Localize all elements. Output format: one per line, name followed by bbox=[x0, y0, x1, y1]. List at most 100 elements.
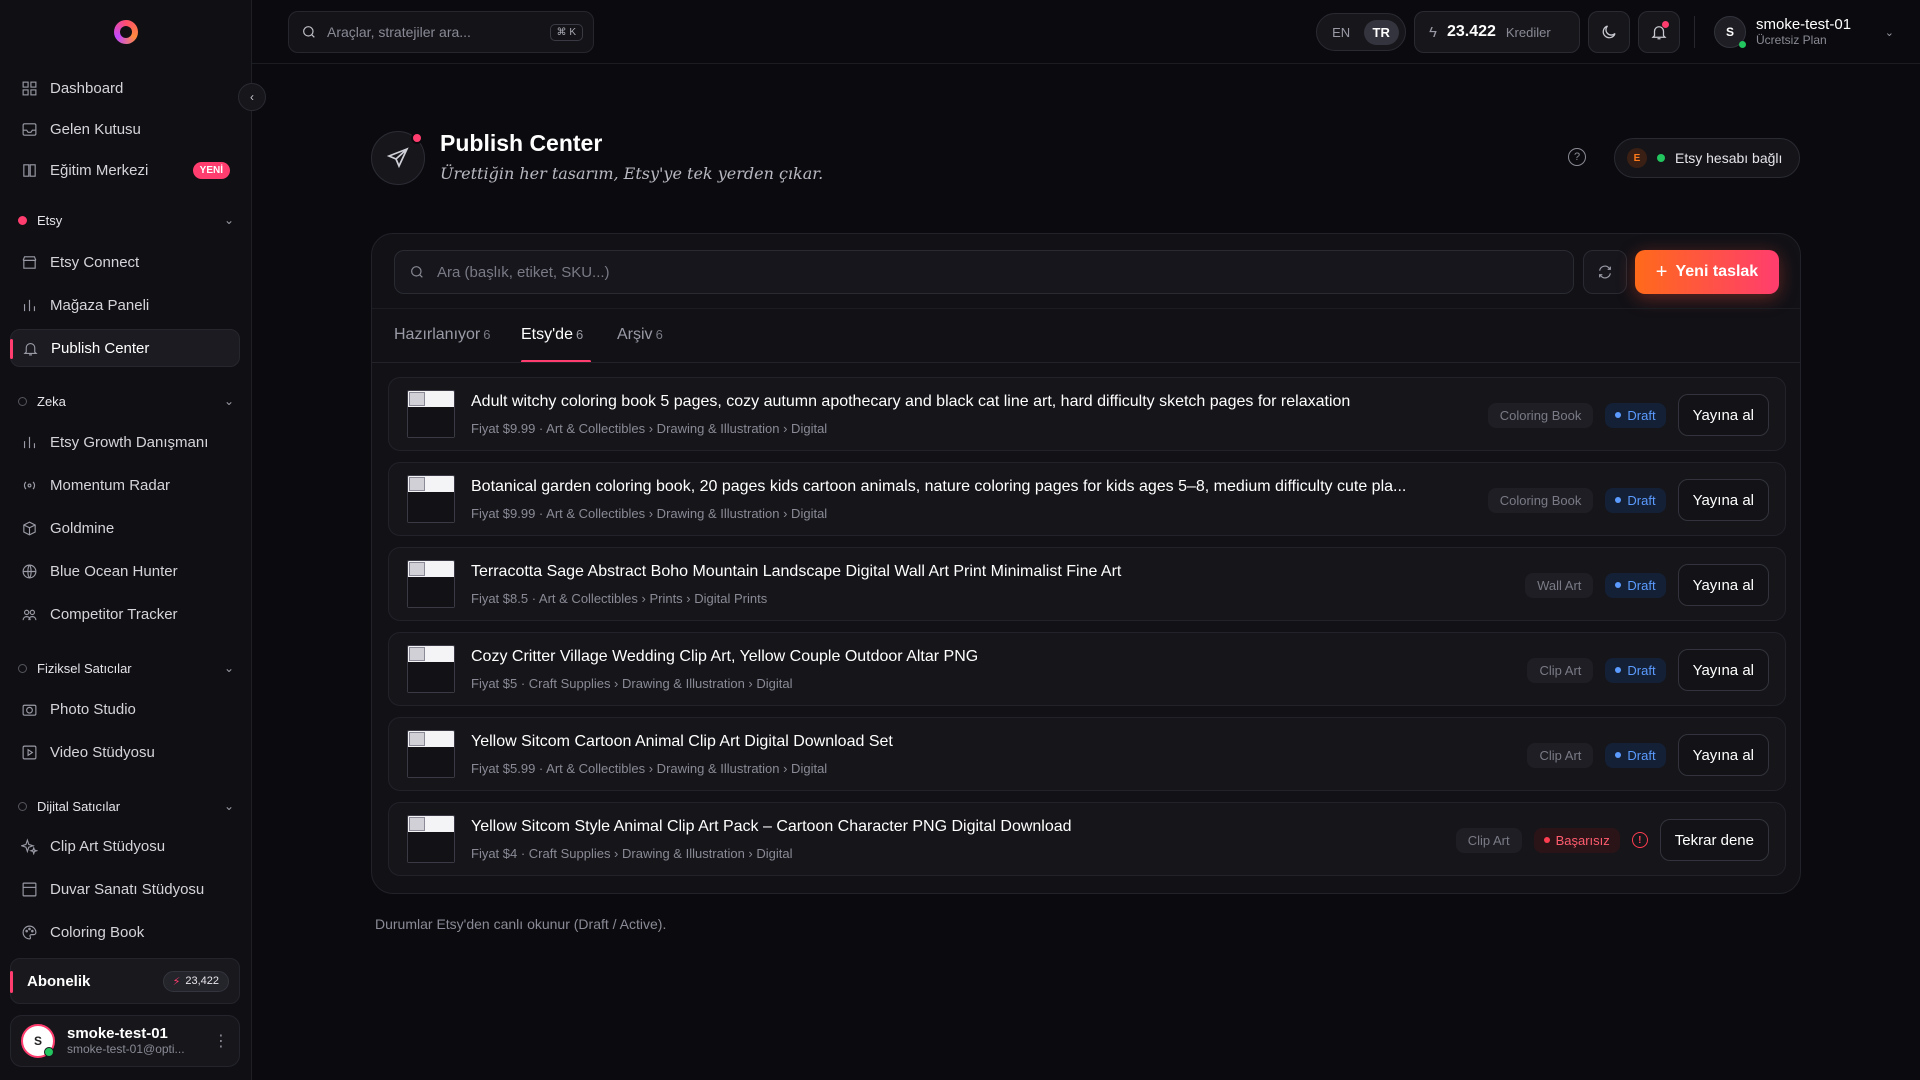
tab-count: 6 bbox=[483, 327, 491, 342]
connected-dot bbox=[1657, 154, 1665, 162]
error-info-icon[interactable]: ! bbox=[1631, 832, 1648, 848]
table-row[interactable]: Yellow Sitcom Cartoon Animal Clip Art Di… bbox=[388, 717, 1786, 791]
sidebar-item-competitor-tracker[interactable]: Competitor Tracker bbox=[10, 595, 240, 633]
collapse-sidebar-button[interactable]: ‹ bbox=[238, 83, 266, 111]
retry-button[interactable]: Tekrar dene bbox=[1659, 819, 1769, 861]
publish-button[interactable]: Yayına al bbox=[1677, 479, 1769, 521]
sidebar-item-label: Clip Art Stüdyosu bbox=[50, 837, 166, 855]
status-label: Draft bbox=[1627, 407, 1656, 423]
sidebar-item-photo-studio[interactable]: Photo Studio bbox=[10, 690, 240, 728]
section-etsy[interactable]: Etsy ⌄ bbox=[18, 208, 234, 232]
publish-button[interactable]: Yayına al bbox=[1677, 564, 1769, 606]
sidebar-item-store-panel[interactable]: Mağaza Paneli bbox=[10, 286, 240, 324]
section-title: Fiziksel Satıcılar bbox=[37, 660, 132, 676]
user-name: smoke-test-01 bbox=[67, 1025, 168, 1043]
listing-meta: Fiyat $5 · Craft Supplies › Drawing & Il… bbox=[471, 676, 793, 691]
status-dot bbox=[1543, 837, 1550, 843]
tab-label: Arşiv bbox=[617, 326, 653, 343]
sidebar-item-goldmine[interactable]: Goldmine bbox=[10, 509, 240, 547]
sidebar-item-momentum-radar[interactable]: Momentum Radar bbox=[10, 466, 240, 504]
tab-on-etsy[interactable]: Etsy'de 6 bbox=[521, 326, 583, 344]
send-icon bbox=[386, 147, 409, 169]
credits-button[interactable]: ϟ 23.422 Krediler bbox=[1414, 11, 1580, 53]
listing-thumbnail bbox=[407, 730, 455, 778]
bolt-icon: ϟ bbox=[1429, 23, 1437, 41]
tab-count: 6 bbox=[655, 327, 663, 342]
status-badge: Draft bbox=[1605, 742, 1666, 768]
section-title: Dijital Satıcılar bbox=[37, 798, 121, 814]
sidebar-item-inbox[interactable]: Gelen Kutusu bbox=[10, 110, 240, 148]
bar-chart-icon bbox=[20, 296, 38, 314]
sidebar-item-label: Dashboard bbox=[50, 79, 124, 97]
listing-search-input[interactable]: Ara (başlık, etiket, SKU...) bbox=[394, 250, 1574, 294]
palette-icon bbox=[20, 923, 38, 941]
table-row[interactable]: Yellow Sitcom Style Animal Clip Art Pack… bbox=[388, 802, 1786, 876]
tab-count: 6 bbox=[575, 327, 584, 342]
sidebar-item-coloring-book[interactable]: Coloring Book bbox=[10, 913, 240, 951]
listing-thumbnail bbox=[407, 475, 455, 523]
publish-button[interactable]: Yayına al bbox=[1677, 394, 1769, 436]
theme-toggle-button[interactable] bbox=[1588, 11, 1630, 53]
sidebar-item-blue-ocean-hunter[interactable]: Blue Ocean Hunter bbox=[10, 552, 240, 590]
new-draft-label: Yeni taslak bbox=[1675, 263, 1759, 280]
global-search-input[interactable]: Araçlar, stratejiler ara... ⌘ K bbox=[288, 11, 594, 53]
sidebar-item-etsy-connect[interactable]: Etsy Connect bbox=[10, 243, 240, 281]
publish-panel: Ara (başlık, etiket, SKU...) + Yeni tasl… bbox=[371, 233, 1801, 894]
grid-icon bbox=[20, 79, 38, 97]
plus-icon: + bbox=[1655, 261, 1668, 283]
lang-tr-button[interactable]: TR bbox=[1363, 19, 1399, 45]
chevron-down-icon: ⌄ bbox=[223, 213, 234, 227]
camera-icon bbox=[20, 700, 38, 718]
chevron-down-icon: ⌄ bbox=[1884, 26, 1894, 39]
sidebar-item-label: Eğitim Merkezi bbox=[50, 161, 149, 179]
status-dot bbox=[1615, 667, 1622, 673]
lang-en-button[interactable]: EN bbox=[1323, 20, 1359, 45]
refresh-button[interactable] bbox=[1583, 250, 1627, 294]
tab-archive[interactable]: Arşiv 6 bbox=[617, 326, 663, 344]
sidebar-item-education[interactable]: Eğitim Merkezi YENİ bbox=[10, 151, 240, 189]
table-row[interactable]: Adult witchy coloring book 5 pages, cozy… bbox=[388, 377, 1786, 451]
sidebar-user-card[interactable]: S smoke-test-01 smoke-test-01@opti... ⋮ bbox=[10, 1015, 240, 1067]
listing-meta: Fiyat $4 · Craft Supplies › Drawing & Il… bbox=[471, 846, 793, 861]
users-icon bbox=[20, 605, 38, 623]
publish-button[interactable]: Yayına al bbox=[1677, 734, 1769, 776]
tab-label: Hazırlanıyor bbox=[394, 326, 481, 343]
listing-actions: Clip Art Draft Yayına al bbox=[1527, 649, 1769, 691]
app-logo[interactable] bbox=[114, 20, 138, 44]
table-row[interactable]: Cozy Critter Village Wedding Clip Art, Y… bbox=[388, 632, 1786, 706]
table-row[interactable]: Botanical garden coloring book, 20 pages… bbox=[388, 462, 1786, 536]
tab-preparing[interactable]: Hazırlanıyor 6 bbox=[394, 326, 490, 344]
subscription-credits-value: 23,422 bbox=[185, 975, 219, 987]
table-row[interactable]: Terracotta Sage Abstract Boho Mountain L… bbox=[388, 547, 1786, 621]
listing-title: Yellow Sitcom Style Animal Clip Art Pack… bbox=[471, 818, 1072, 835]
subscription-card[interactable]: Abonelik ⚡ 23,422 bbox=[10, 958, 240, 1004]
sidebar-item-video-studio[interactable]: Video Stüdyosu bbox=[10, 733, 240, 771]
section-zeka[interactable]: Zeka ⌄ bbox=[18, 389, 234, 413]
sidebar-item-publish-center[interactable]: Publish Center bbox=[10, 329, 240, 367]
user-menu[interactable]: S smoke-test-01 Ücretsiz Plan ⌄ bbox=[1714, 12, 1894, 52]
listing-search-placeholder: Ara (başlık, etiket, SKU...) bbox=[437, 263, 610, 281]
user-email: smoke-test-01@opti... bbox=[67, 1041, 185, 1056]
sidebar-item-growth-advisor[interactable]: Etsy Growth Danışmanı bbox=[10, 423, 240, 461]
sidebar-item-label: Publish Center bbox=[51, 339, 150, 357]
section-physical-sellers[interactable]: Fiziksel Satıcılar ⌄ bbox=[18, 656, 234, 680]
book-icon bbox=[20, 161, 38, 179]
sidebar: Dashboard Gelen Kutusu Eğitim Merkezi YE… bbox=[0, 0, 252, 1080]
notifications-button[interactable] bbox=[1638, 11, 1680, 53]
sidebar-item-wall-art-studio[interactable]: Duvar Sanatı Stüdyosu bbox=[10, 870, 240, 908]
publish-button[interactable]: Yayına al bbox=[1677, 649, 1769, 691]
status-badge: Draft bbox=[1605, 572, 1666, 598]
page-title: Publish Center bbox=[440, 130, 603, 156]
listing-actions: Clip Art Başarısız! Tekrar dene bbox=[1455, 819, 1769, 861]
section-digital-sellers[interactable]: Dijital Satıcılar ⌄ bbox=[18, 794, 234, 818]
sidebar-item-clip-art-studio[interactable]: Clip Art Stüdyosu bbox=[10, 827, 240, 865]
help-icon[interactable]: ? bbox=[1568, 148, 1586, 166]
new-draft-button[interactable]: + Yeni taslak bbox=[1635, 250, 1779, 294]
sidebar-item-label: Blue Ocean Hunter bbox=[50, 562, 178, 580]
bell-icon bbox=[21, 339, 39, 357]
subscription-label: Abonelik bbox=[27, 972, 91, 990]
etsy-connection-badge[interactable]: E Etsy hesabı bağlı bbox=[1614, 138, 1800, 178]
sidebar-item-dashboard[interactable]: Dashboard bbox=[10, 69, 240, 107]
more-vertical-icon[interactable]: ⋮ bbox=[213, 1031, 229, 1051]
listing-meta: Fiyat $9.99 · Art & Collectibles › Drawi… bbox=[471, 421, 828, 436]
